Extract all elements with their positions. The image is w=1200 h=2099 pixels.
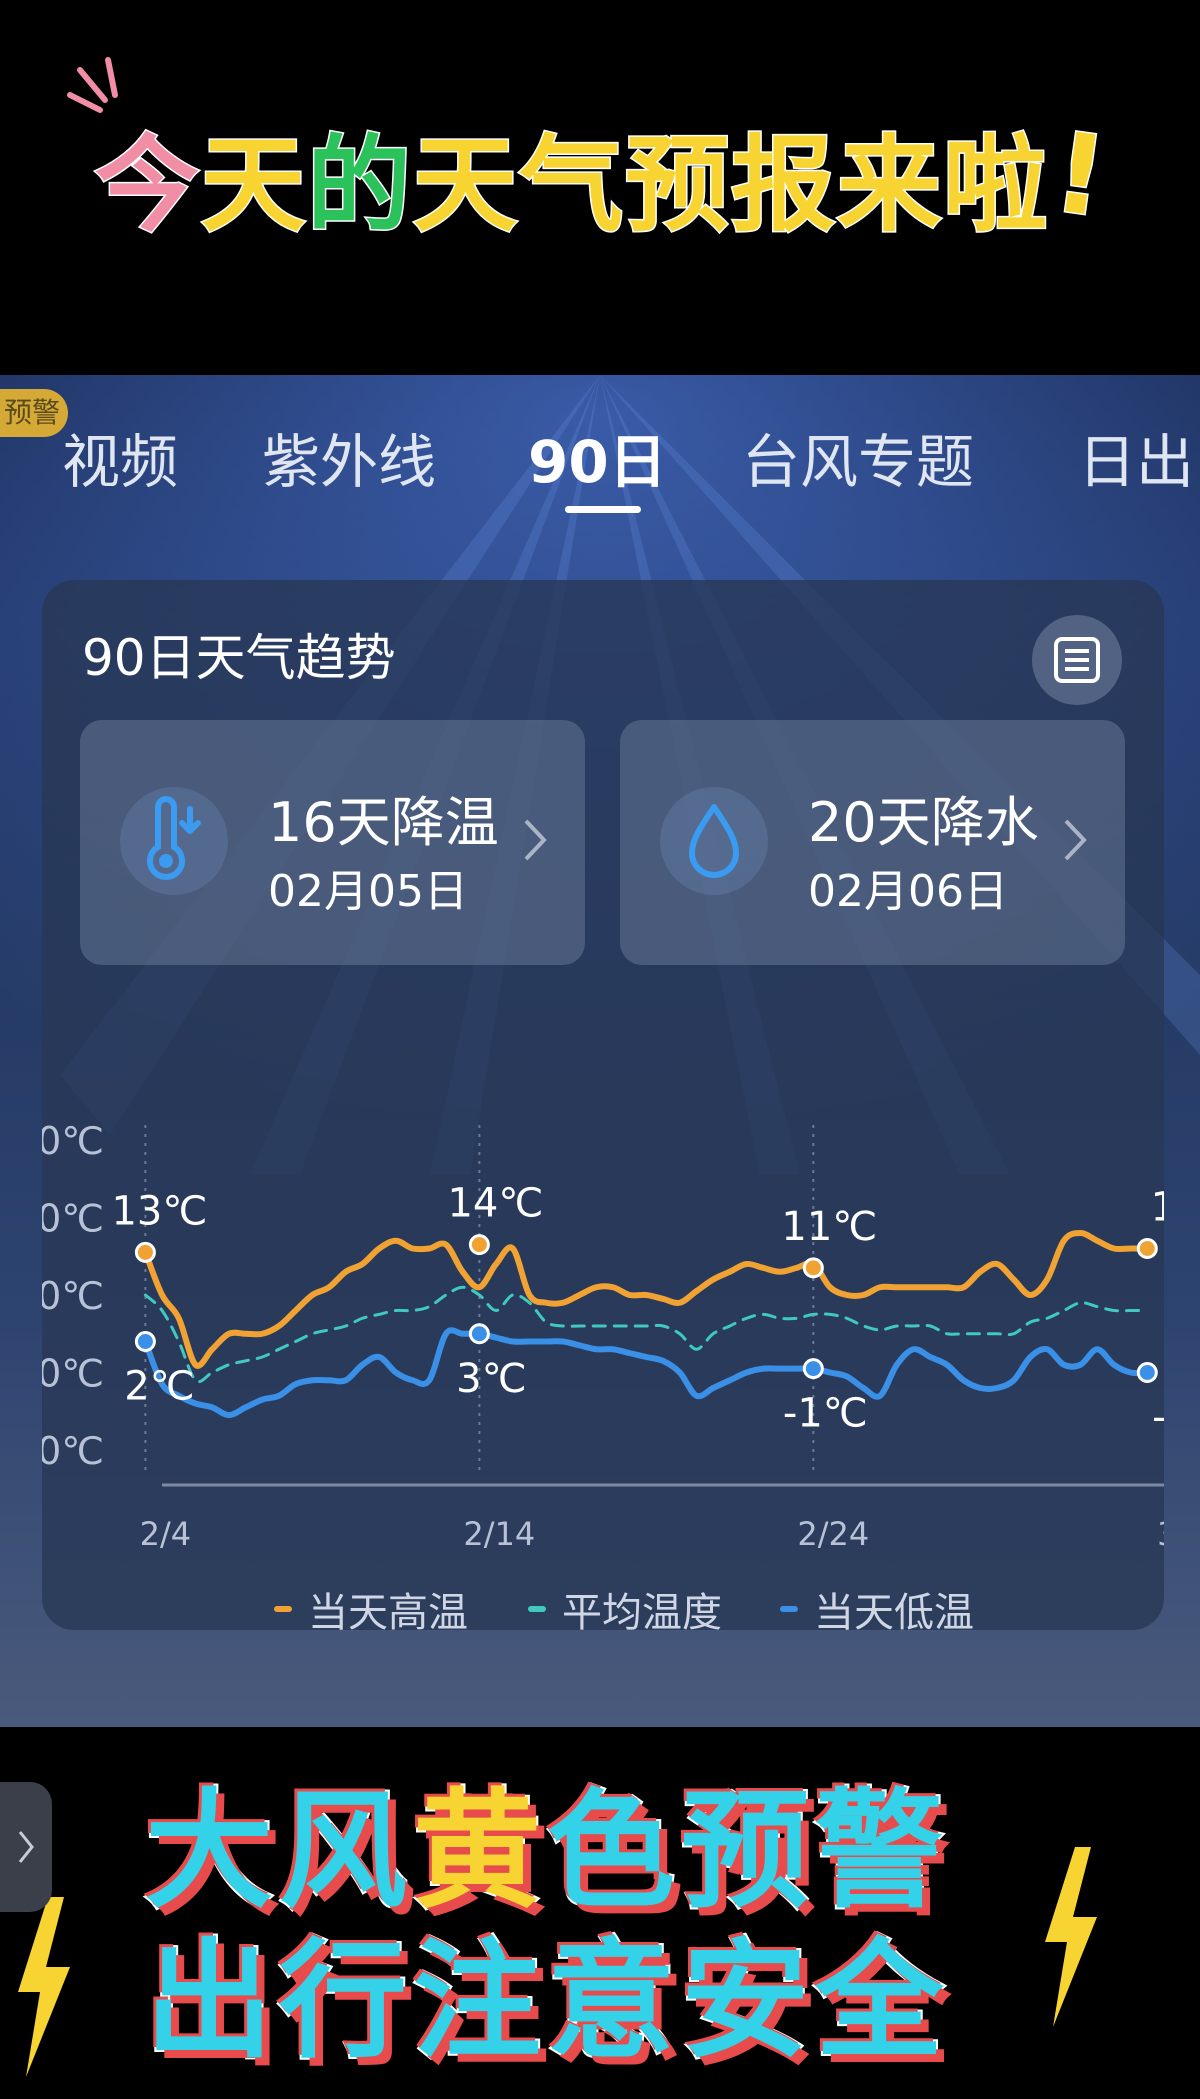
y-tick-label: -10℃: [42, 1429, 104, 1473]
warning-char: 行: [277, 1925, 414, 2078]
headline-char: 气: [518, 122, 626, 247]
tab-video[interactable]: 视频: [62, 415, 178, 499]
low-temp-label: -: [1152, 1395, 1164, 1441]
warning-headline-line2: 出行注意安全: [143, 1897, 950, 2082]
warning-char: 安: [679, 1925, 816, 2078]
warning-char: 出: [143, 1925, 280, 2078]
x-tick-label: 2/14: [463, 1515, 535, 1553]
x-tick-label: 3: [1157, 1515, 1164, 1553]
headline-exclaim: !: [1045, 106, 1117, 243]
tab-uv[interactable]: 紫外线: [262, 415, 436, 499]
warning-char: 全: [813, 1925, 950, 2078]
headline-char: 今: [93, 122, 202, 247]
legend-avg-swatch: [528, 1606, 546, 1612]
high-temp-label: 1: [1151, 1185, 1164, 1231]
legend-low: 当天低温: [780, 1580, 974, 1638]
low-temp-label: -1℃: [783, 1391, 868, 1437]
legend-low-label: 当天低温: [814, 1590, 974, 1636]
low-temp-marker: [802, 1358, 824, 1380]
headline-char: 啦: [942, 122, 1050, 247]
headline-char: 预: [624, 122, 732, 247]
x-tick-label: 2/24: [797, 1515, 869, 1553]
low-temp-marker: [468, 1323, 490, 1345]
headline-char: 天: [200, 122, 308, 247]
chart-legend: 当天高温 平均温度 当天低温: [42, 1580, 1164, 1640]
temperature-trend-chart: 30℃ 20℃ 10℃ 0℃ -10℃ 2/4 2/14 2/24 3 13℃ 14℃ 11℃ 1 2℃ 3…: [42, 1119, 1164, 1553]
legend-avg: 平均温度: [528, 1580, 722, 1638]
headline-char: 的: [306, 122, 414, 247]
low-temp-label: 2℃: [124, 1364, 194, 1410]
legend-high-label: 当天高温: [308, 1590, 468, 1636]
tab-90-day[interactable]: 90日: [528, 415, 667, 499]
headline-char: 天: [412, 122, 520, 247]
side-drawer-handle[interactable]: [0, 1782, 52, 1912]
legend-avg-label: 平均温度: [562, 1590, 722, 1636]
low-temp-marker: [134, 1331, 156, 1352]
high-temp-label: 13℃: [111, 1188, 207, 1234]
high-temp-marker: [134, 1241, 156, 1263]
y-tick-label: 10℃: [42, 1274, 104, 1318]
bottom-banner: 大风黄色预警 出行注意安全: [0, 1727, 1200, 2099]
headline-char: 报: [730, 122, 838, 247]
low-temp-label: 3℃: [456, 1356, 526, 1402]
lightning-icon: [1045, 1847, 1097, 2027]
low-temp-line: [142, 1327, 1151, 1419]
y-tick-label: 0℃: [42, 1352, 104, 1396]
headline-title: 今天的天气预报来啦!: [93, 100, 1125, 250]
weather-app-screen: 预警 视频 紫外线 90日 台风专题 日出 90日天气趋势 16天降温 02月0…: [0, 375, 1200, 1727]
chevron-right-icon: [18, 1831, 34, 1863]
headline-char: 来: [836, 122, 944, 247]
trend-card: 90日天气趋势 16天降温 02月05日 20天降水 02月06日 0℃ 0℃ …: [42, 580, 1164, 1636]
warning-char: 意: [545, 1925, 682, 2078]
tab-typhoon[interactable]: 台风专题: [742, 415, 974, 499]
high-temp-label: 11℃: [781, 1204, 877, 1250]
avg-temp-line: [143, 1285, 1149, 1384]
y-tick-label: 30℃: [42, 1119, 104, 1163]
y-tick-label: 20℃: [42, 1197, 104, 1241]
active-tab-indicator: [565, 506, 641, 513]
top-banner: 今天的天气预报来啦!: [0, 0, 1200, 375]
warning-char: 注: [411, 1925, 548, 2078]
high-temp-line: [142, 1230, 1151, 1369]
legend-low-swatch: [780, 1606, 798, 1612]
high-temp-marker: [468, 1234, 490, 1256]
lightning-icon: [18, 1897, 70, 2077]
legend-high: 当天高温: [274, 1580, 468, 1638]
tab-sunrise[interactable]: 日出: [1078, 415, 1194, 499]
x-tick-label: 2/4: [140, 1515, 192, 1553]
legend-high-swatch: [274, 1606, 292, 1612]
low-temp-marker: [1136, 1362, 1158, 1383]
high-temp-label: 14℃: [447, 1181, 543, 1227]
high-temp-marker: [802, 1257, 824, 1279]
high-temp-marker: [1136, 1238, 1158, 1259]
